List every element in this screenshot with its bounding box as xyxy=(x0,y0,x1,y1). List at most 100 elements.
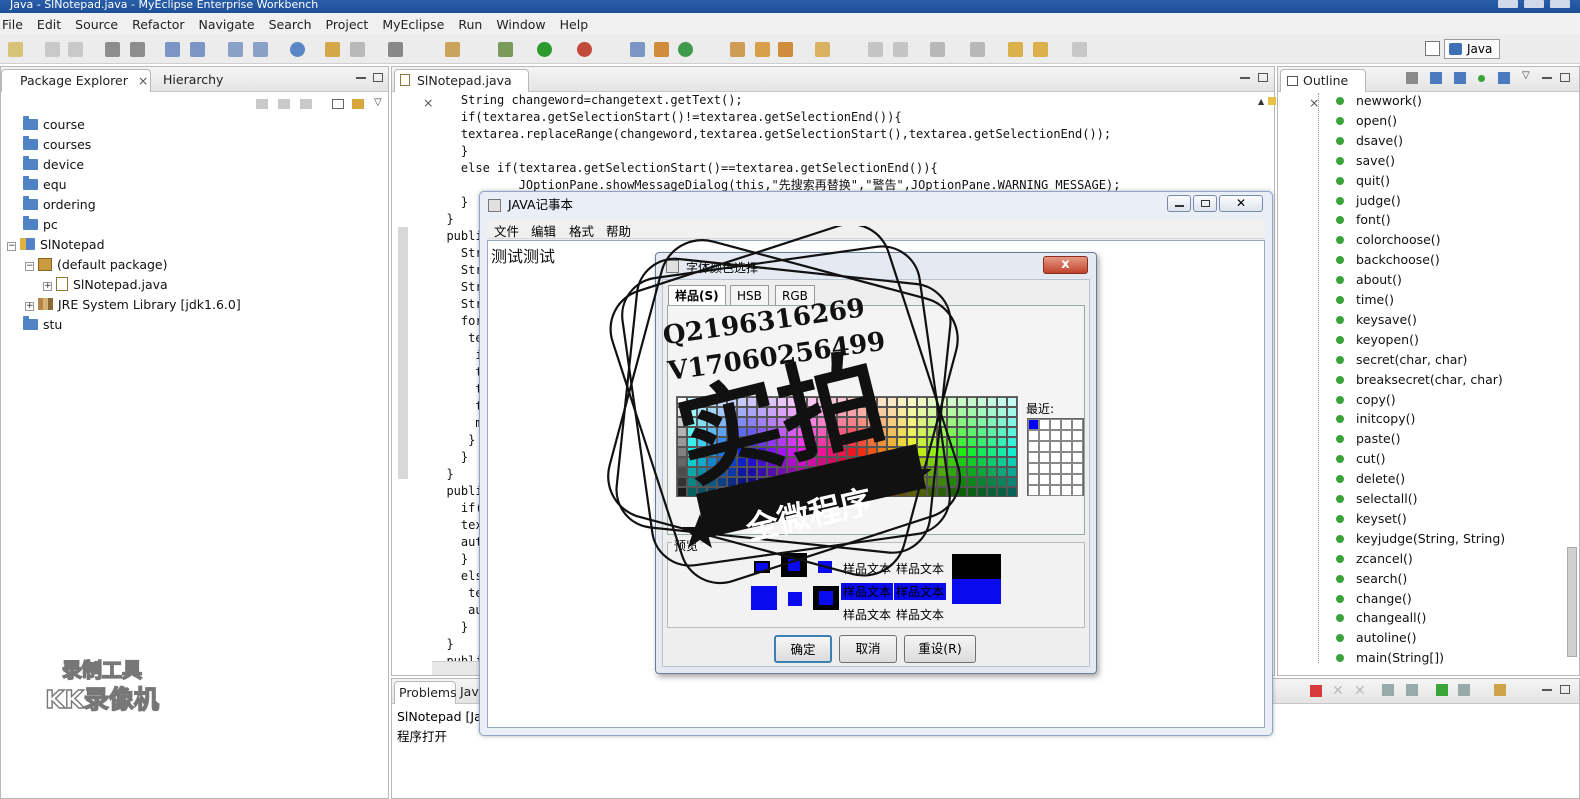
recent-color-swatch[interactable] xyxy=(1039,430,1050,441)
hide-static-icon[interactable] xyxy=(1454,72,1466,84)
color-swatch[interactable] xyxy=(857,417,867,427)
outline-item[interactable]: newwork() xyxy=(1336,91,1422,111)
color-swatch[interactable] xyxy=(777,437,787,447)
web-icon[interactable] xyxy=(290,42,305,57)
color-swatch[interactable] xyxy=(787,427,797,437)
color-swatch[interactable] xyxy=(847,407,857,417)
recent-color-swatch[interactable] xyxy=(1050,474,1061,485)
color-swatch[interactable] xyxy=(907,407,917,417)
cancel-button[interactable]: 取消 xyxy=(839,635,897,663)
outline-item[interactable]: quit() xyxy=(1336,171,1390,191)
minimize-window-button[interactable] xyxy=(1498,0,1518,8)
color-swatch[interactable] xyxy=(897,417,907,427)
color-swatch[interactable] xyxy=(927,417,937,427)
color-swatch[interactable] xyxy=(927,467,937,477)
recent-color-swatch[interactable] xyxy=(1039,485,1050,496)
color-swatch[interactable] xyxy=(727,427,737,437)
color-swatch[interactable] xyxy=(877,487,887,497)
remove-launch-icon[interactable]: ✕ xyxy=(1332,684,1344,698)
print-icon[interactable] xyxy=(68,42,83,57)
recent-color-swatch[interactable] xyxy=(1061,463,1072,474)
new-project-icon[interactable] xyxy=(228,42,243,57)
tab-hsb[interactable]: HSB xyxy=(730,285,769,306)
color-swatch[interactable] xyxy=(897,487,907,497)
color-swatch[interactable] xyxy=(947,467,957,477)
color-swatch[interactable] xyxy=(967,487,977,497)
color-swatch[interactable] xyxy=(927,487,937,497)
recent-color-swatch[interactable] xyxy=(1072,452,1083,463)
tree-item-equ[interactable]: equ xyxy=(23,175,67,195)
color-swatch[interactable] xyxy=(797,407,807,417)
color-swatch[interactable] xyxy=(717,397,727,407)
color-swatch[interactable] xyxy=(817,437,827,447)
tree-item-default-package[interactable]: − (default package) xyxy=(25,255,167,275)
color-swatch[interactable] xyxy=(707,427,717,437)
toggle-mark-icon[interactable] xyxy=(893,42,908,57)
search-folder-icon[interactable] xyxy=(778,42,793,57)
tree-item-jre-library[interactable]: + JRE System Library [jdk1.6.0] xyxy=(25,295,241,315)
open-type-icon[interactable] xyxy=(630,42,645,57)
refresh-icon[interactable] xyxy=(350,42,365,57)
color-swatch[interactable] xyxy=(887,427,897,437)
color-swatch[interactable] xyxy=(907,467,917,477)
color-swatch[interactable] xyxy=(807,487,817,497)
color-swatch[interactable] xyxy=(917,417,927,427)
color-swatch[interactable] xyxy=(897,407,907,417)
expand-icon[interactable]: + xyxy=(25,302,34,311)
menu-myeclipse[interactable]: MyEclipse xyxy=(380,17,444,32)
color-swatch[interactable] xyxy=(997,417,1007,427)
color-swatch[interactable] xyxy=(677,487,687,497)
recent-color-grid[interactable] xyxy=(1027,418,1084,496)
color-swatch[interactable] xyxy=(907,437,917,447)
color-swatch[interactable] xyxy=(817,447,827,457)
color-swatch[interactable] xyxy=(827,417,837,427)
color-swatch[interactable] xyxy=(787,457,797,467)
color-swatch[interactable] xyxy=(917,437,927,447)
color-swatch[interactable] xyxy=(797,397,807,407)
color-swatch[interactable] xyxy=(887,437,897,447)
color-swatch[interactable] xyxy=(927,447,937,457)
color-swatch[interactable] xyxy=(937,447,947,457)
recent-color-swatch[interactable] xyxy=(1039,452,1050,463)
sort-icon[interactable] xyxy=(1406,72,1418,84)
color-swatch[interactable] xyxy=(967,477,977,487)
color-swatch[interactable] xyxy=(1007,437,1017,447)
color-swatch[interactable] xyxy=(877,397,887,407)
tree-item-slnotepad[interactable]: − SlNotepad xyxy=(7,235,105,255)
color-swatch[interactable] xyxy=(867,407,877,417)
color-swatch[interactable] xyxy=(787,437,797,447)
color-swatch[interactable] xyxy=(927,477,937,487)
console-output[interactable]: 程序打开 xyxy=(397,726,447,745)
color-swatch[interactable] xyxy=(967,437,977,447)
outline-item[interactable]: breaksecret(char, char) xyxy=(1336,370,1503,390)
color-swatch[interactable] xyxy=(787,407,797,417)
monitor-icon[interactable] xyxy=(388,42,403,57)
color-swatch[interactable] xyxy=(827,407,837,417)
color-swatch[interactable] xyxy=(1007,477,1017,487)
recent-color-swatch[interactable] xyxy=(1028,441,1039,452)
color-swatch[interactable] xyxy=(687,437,697,447)
tab-swatches[interactable]: 样品(S) xyxy=(668,285,726,306)
tree-item-stu[interactable]: stu xyxy=(23,315,62,335)
notepad-maximize-button[interactable] xyxy=(1193,195,1217,212)
color-swatch[interactable] xyxy=(747,407,757,417)
color-swatch[interactable] xyxy=(997,427,1007,437)
outline-item[interactable]: zcancel() xyxy=(1336,549,1413,569)
color-swatch[interactable] xyxy=(917,407,927,417)
color-swatch[interactable] xyxy=(757,407,767,417)
deploy-icon[interactable] xyxy=(130,42,145,57)
color-swatch[interactable] xyxy=(707,447,717,457)
color-swatch[interactable] xyxy=(1007,427,1017,437)
color-swatch[interactable] xyxy=(757,417,767,427)
recent-color-swatch[interactable] xyxy=(1072,441,1083,452)
color-swatch[interactable] xyxy=(757,457,767,467)
recent-color-swatch[interactable] xyxy=(1072,430,1083,441)
save-icon[interactable] xyxy=(45,42,60,57)
menu-window[interactable]: Window xyxy=(494,17,545,32)
color-swatch[interactable] xyxy=(817,457,827,467)
color-swatch[interactable] xyxy=(937,417,947,427)
sync-icon[interactable] xyxy=(678,42,693,57)
hide-fields-icon[interactable] xyxy=(1430,72,1442,84)
color-swatch[interactable] xyxy=(827,447,837,457)
color-swatch[interactable] xyxy=(977,437,987,447)
